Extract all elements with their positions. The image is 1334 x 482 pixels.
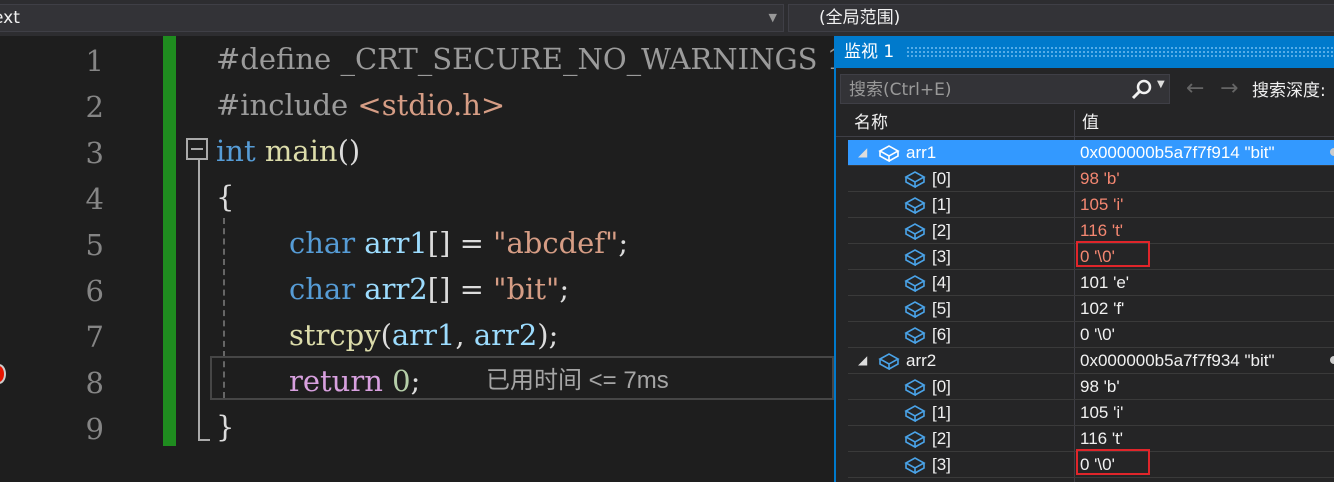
watch-value: 105 'i' bbox=[1080, 195, 1124, 214]
code-line-7: strcpy(arr1, arr2); bbox=[289, 318, 559, 352]
expand-triangle-icon[interactable]: ◢ bbox=[858, 348, 867, 373]
code-line-2: #include <stdio.h> bbox=[216, 88, 506, 122]
line-number: 7 bbox=[85, 320, 104, 354]
line-number: 4 bbox=[85, 182, 104, 216]
watch-value: 101 'e' bbox=[1080, 273, 1130, 292]
project-dropdown-label: ext bbox=[0, 8, 20, 28]
watch-row-arr2[interactable]: ◢ arr2 0x000000b5a7f7f934 "bit" bbox=[848, 348, 1334, 374]
collapse-icon[interactable] bbox=[186, 138, 208, 160]
watch-value: 105 'i' bbox=[1080, 403, 1124, 422]
line-number: 5 bbox=[85, 228, 104, 262]
watch-name: [1] bbox=[932, 195, 951, 214]
watch-row[interactable]: [6] 0 '\0' bbox=[848, 322, 1334, 348]
column-value[interactable]: 值 bbox=[1082, 110, 1099, 136]
perf-tip[interactable]: 已用时间 <= 7ms bbox=[486, 366, 669, 396]
watch-value: 98 'b' bbox=[1080, 169, 1120, 188]
watch-value: 0x000000b5a7f7f914 "bit" bbox=[1080, 143, 1275, 162]
variable-cube-icon bbox=[904, 197, 926, 214]
line-number: 2 bbox=[85, 90, 104, 124]
watch-name: [4] bbox=[932, 273, 951, 292]
column-header: 名称 值 bbox=[836, 110, 1334, 137]
watch-name: [2] bbox=[932, 221, 951, 240]
column-name[interactable]: 名称 bbox=[854, 110, 888, 136]
watch-value: 98 'b' bbox=[1080, 377, 1120, 396]
project-dropdown[interactable]: ext ▼ bbox=[0, 4, 784, 32]
arrow-right-icon[interactable]: → bbox=[1220, 76, 1238, 101]
line-number: 1 bbox=[85, 44, 104, 78]
breakpoint-icon[interactable] bbox=[0, 364, 6, 384]
arrow-left-icon[interactable]: ← bbox=[1186, 76, 1204, 101]
watch-name: [5] bbox=[932, 299, 951, 318]
variable-cube-icon bbox=[878, 353, 900, 370]
title-grip bbox=[906, 46, 1334, 58]
navigation-bar: ext ▼ (全局范围) bbox=[0, 0, 1334, 36]
line-number: 6 bbox=[85, 274, 104, 308]
code-line-3: int main() bbox=[216, 134, 361, 168]
scope-dropdown[interactable]: (全局范围) bbox=[788, 4, 1334, 32]
watch-row[interactable]: [1] 105 'i' bbox=[848, 400, 1334, 426]
watch-name: [2] bbox=[932, 429, 951, 448]
code-editor[interactable]: 1 2 3 4 5 6 7 8 9 #define _CRT_SECURE_NO… bbox=[0, 36, 845, 482]
watch-row[interactable]: [4] 101 'e' bbox=[848, 270, 1334, 296]
row-indicator-icon bbox=[1330, 356, 1334, 364]
watch-value: 116 't' bbox=[1080, 429, 1124, 448]
chevron-down-icon[interactable]: ▼ bbox=[1157, 79, 1165, 90]
code-line-4: { bbox=[216, 180, 235, 214]
watch-name: [0] bbox=[932, 377, 951, 396]
watch-name: arr1 bbox=[906, 143, 937, 162]
watch-row[interactable]: [1] 105 'i' bbox=[848, 192, 1334, 218]
line-number: 3 bbox=[85, 136, 104, 170]
watch-row[interactable]: [3] 0 '\0' bbox=[848, 241, 1334, 270]
outline-scope-end bbox=[198, 439, 210, 441]
code-line-1: #define _CRT_SECURE_NO_WARNINGS 1 bbox=[216, 42, 846, 76]
variable-cube-icon bbox=[904, 327, 926, 344]
watch-value: 0x000000b5a7f7f934 "bit" bbox=[1080, 351, 1275, 370]
variable-cube-icon bbox=[904, 171, 926, 188]
code-line-6: char arr2[] = "bit"; bbox=[289, 272, 570, 306]
variable-cube-icon bbox=[904, 249, 926, 266]
variable-cube-icon bbox=[904, 301, 926, 318]
variable-cube-icon bbox=[904, 379, 926, 396]
watch-value: 116 't' bbox=[1080, 221, 1124, 240]
watch-name: [6] bbox=[932, 325, 951, 344]
watch-name: [3] bbox=[932, 455, 951, 474]
watch-row[interactable]: [3] 0 '\0' bbox=[848, 449, 1334, 478]
line-number: 8 bbox=[85, 366, 104, 400]
watch-name: arr2 bbox=[906, 351, 937, 370]
code-line-8: return 0; bbox=[289, 364, 421, 398]
expand-triangle-icon[interactable]: ◢ bbox=[858, 140, 867, 165]
variable-cube-icon bbox=[904, 405, 926, 422]
variable-cube-icon bbox=[904, 275, 926, 292]
watch-row[interactable]: [0] 98 'b' bbox=[848, 166, 1334, 192]
line-number: 9 bbox=[85, 412, 104, 446]
variable-cube-icon bbox=[878, 145, 900, 162]
watch-title: 监视 1 bbox=[844, 42, 895, 62]
search-box: ▼ bbox=[840, 74, 1170, 105]
code-line-5: char arr1[] = "abcdef"; bbox=[289, 226, 629, 260]
variable-cube-icon bbox=[904, 223, 926, 240]
outline-scope-line bbox=[198, 160, 200, 440]
change-tracking-bar bbox=[163, 36, 176, 446]
variable-cube-icon bbox=[904, 431, 926, 448]
watch-row-arr1[interactable]: ◢ arr1 0x000000b5a7f7f914 "bit" bbox=[848, 140, 1334, 166]
highlight-box bbox=[1076, 241, 1150, 267]
search-input[interactable] bbox=[841, 75, 1136, 105]
row-indicator-icon bbox=[1330, 148, 1334, 156]
watch-window: 监视 1 ▼ ← → 搜索深度: 名称 值 ◢ arr1 0x000000b5a… bbox=[834, 36, 1334, 482]
search-depth-label: 搜索深度: bbox=[1252, 81, 1326, 101]
variable-cube-icon bbox=[904, 457, 926, 474]
watch-row[interactable]: [5] 102 'f' bbox=[848, 296, 1334, 322]
scope-dropdown-label: (全局范围) bbox=[819, 8, 901, 28]
watch-name: [0] bbox=[932, 169, 951, 188]
watch-name: [3] bbox=[932, 247, 951, 266]
highlight-box bbox=[1076, 449, 1150, 475]
watch-name: [1] bbox=[932, 403, 951, 422]
code-line-9: } bbox=[216, 410, 235, 444]
watch-row[interactable]: [0] 98 'b' bbox=[848, 374, 1334, 400]
search-icon[interactable] bbox=[1131, 79, 1153, 101]
watch-value: 0 '\0' bbox=[1080, 325, 1115, 344]
watch-title-bar[interactable]: 监视 1 bbox=[836, 36, 1334, 68]
chevron-down-icon: ▼ bbox=[768, 11, 777, 24]
watch-value: 102 'f' bbox=[1080, 299, 1125, 318]
